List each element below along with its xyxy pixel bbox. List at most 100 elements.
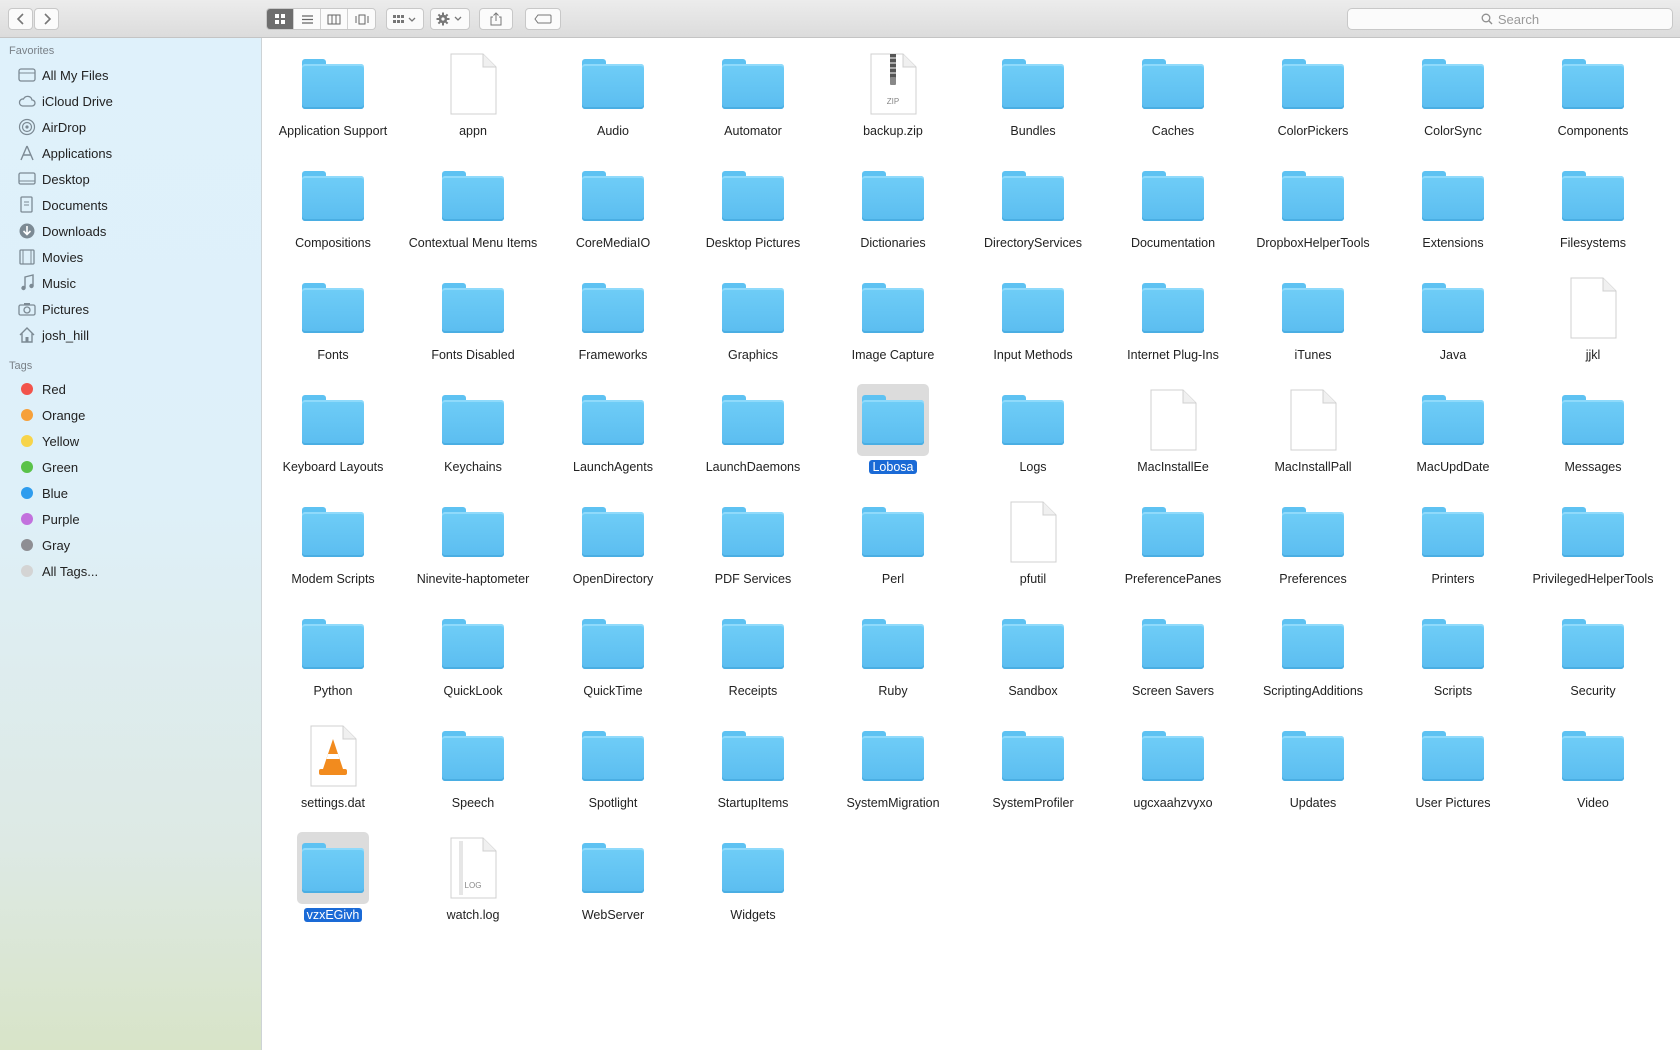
sidebar-item-icloud-drive[interactable]: iCloud Drive <box>0 89 262 113</box>
file-item-screen-savers[interactable]: Screen Savers <box>1103 606 1243 718</box>
sidebar-tag-gray[interactable]: Gray <box>0 533 262 557</box>
file-item-macupddate[interactable]: MacUpdDate <box>1383 382 1523 494</box>
file-item-ugcxaahzvyxo[interactable]: ugcxaahzvyxo <box>1103 718 1243 830</box>
sidebar-tag-purple[interactable]: Purple <box>0 507 262 531</box>
file-item-keychains[interactable]: Keychains <box>403 382 543 494</box>
icon-view-button[interactable] <box>267 9 294 29</box>
file-item-widgets[interactable]: Widgets <box>683 830 823 942</box>
file-item-scripts[interactable]: Scripts <box>1383 606 1523 718</box>
forward-button[interactable] <box>34 8 59 30</box>
sidebar-tag-orange[interactable]: Orange <box>0 403 262 427</box>
file-item-image-capture[interactable]: Image Capture <box>823 270 963 382</box>
sidebar-item-desktop[interactable]: Desktop <box>0 167 262 191</box>
sidebar-tag-blue[interactable]: Blue <box>0 481 262 505</box>
file-item-internet-plug-ins[interactable]: Internet Plug-Ins <box>1103 270 1243 382</box>
file-item-java[interactable]: Java <box>1383 270 1523 382</box>
file-item-preferences[interactable]: Preferences <box>1243 494 1383 606</box>
file-item-startupitems[interactable]: StartupItems <box>683 718 823 830</box>
file-item-opendirectory[interactable]: OpenDirectory <box>543 494 683 606</box>
sidebar-item-downloads[interactable]: Downloads <box>0 219 262 243</box>
file-item-dictionaries[interactable]: Dictionaries <box>823 158 963 270</box>
file-item-directoryservices[interactable]: DirectoryServices <box>963 158 1103 270</box>
file-item-macinstallee[interactable]: MacInstallEe <box>1103 382 1243 494</box>
file-item-lobosa[interactable]: Lobosa <box>823 382 963 494</box>
file-item-colorsync[interactable]: ColorSync <box>1383 46 1523 158</box>
column-view-button[interactable] <box>321 9 348 29</box>
file-item-messages[interactable]: Messages <box>1523 382 1663 494</box>
file-item-privilegedhelpertools[interactable]: PrivilegedHelperTools <box>1523 494 1663 606</box>
file-item-quicklook[interactable]: QuickLook <box>403 606 543 718</box>
sidebar-item-airdrop[interactable]: AirDrop <box>0 115 262 139</box>
sidebar-tag-green[interactable]: Green <box>0 455 262 479</box>
file-item-dropboxhelpertools[interactable]: DropboxHelperTools <box>1243 158 1383 270</box>
sidebar-item-movies[interactable]: Movies <box>0 245 262 269</box>
file-item-ruby[interactable]: Ruby <box>823 606 963 718</box>
sidebar-tag-red[interactable]: Red <box>0 377 262 401</box>
file-item-perl[interactable]: Perl <box>823 494 963 606</box>
sidebar-tag-all-tags[interactable]: All Tags... <box>0 559 262 583</box>
sidebar-tag-yellow[interactable]: Yellow <box>0 429 262 453</box>
file-item-itunes[interactable]: iTunes <box>1243 270 1383 382</box>
file-item-application-support[interactable]: Application Support <box>263 46 403 158</box>
file-item-receipts[interactable]: Receipts <box>683 606 823 718</box>
file-item-preferencepanes[interactable]: PreferencePanes <box>1103 494 1243 606</box>
share-button[interactable] <box>479 8 513 30</box>
sidebar-item-all-my-files[interactable]: All My Files <box>0 63 262 87</box>
sidebar-item-documents[interactable]: Documents <box>0 193 262 217</box>
file-item-keyboard-layouts[interactable]: Keyboard Layouts <box>263 382 403 494</box>
file-item-webserver[interactable]: WebServer <box>543 830 683 942</box>
file-item-audio[interactable]: Audio <box>543 46 683 158</box>
sidebar-item-josh-hill[interactable]: josh_hill <box>0 323 262 347</box>
file-item-sandbox[interactable]: Sandbox <box>963 606 1103 718</box>
file-item-ninevite-haptometer[interactable]: Ninevite-haptometer <box>403 494 543 606</box>
arrange-button[interactable] <box>386 8 424 30</box>
file-item-frameworks[interactable]: Frameworks <box>543 270 683 382</box>
file-item-components[interactable]: Components <box>1523 46 1663 158</box>
file-item-graphics[interactable]: Graphics <box>683 270 823 382</box>
file-item-video[interactable]: Video <box>1523 718 1663 830</box>
back-button[interactable] <box>8 8 33 30</box>
file-item-automator[interactable]: Automator <box>683 46 823 158</box>
file-item-documentation[interactable]: Documentation <box>1103 158 1243 270</box>
file-item-security[interactable]: Security <box>1523 606 1663 718</box>
file-item-pfutil[interactable]: pfutil <box>963 494 1103 606</box>
file-item-python[interactable]: Python <box>263 606 403 718</box>
file-item-logs[interactable]: Logs <box>963 382 1103 494</box>
file-item-colorpickers[interactable]: ColorPickers <box>1243 46 1383 158</box>
file-item-settings-dat[interactable]: settings.dat <box>263 718 403 830</box>
file-item-user-pictures[interactable]: User Pictures <box>1383 718 1523 830</box>
edit-tags-button[interactable] <box>525 8 561 30</box>
list-view-button[interactable] <box>294 9 321 29</box>
file-item-printers[interactable]: Printers <box>1383 494 1523 606</box>
file-item-updates[interactable]: Updates <box>1243 718 1383 830</box>
file-item-speech[interactable]: Speech <box>403 718 543 830</box>
file-item-scriptingadditions[interactable]: ScriptingAdditions <box>1243 606 1383 718</box>
file-item-watch-log[interactable]: LOG watch.log <box>403 830 543 942</box>
file-item-jjkl[interactable]: jjkl <box>1523 270 1663 382</box>
file-item-bundles[interactable]: Bundles <box>963 46 1103 158</box>
file-item-fonts-disabled[interactable]: Fonts Disabled <box>403 270 543 382</box>
cover-flow-button[interactable] <box>348 9 375 29</box>
file-item-systemprofiler[interactable]: SystemProfiler <box>963 718 1103 830</box>
file-item-appn[interactable]: appn <box>403 46 543 158</box>
file-item-contextual-menu-items[interactable]: Contextual Menu Items <box>403 158 543 270</box>
file-item-coremediaio[interactable]: CoreMediaIO <box>543 158 683 270</box>
search-field[interactable]: Search <box>1347 8 1673 30</box>
file-item-launchagents[interactable]: LaunchAgents <box>543 382 683 494</box>
file-item-compositions[interactable]: Compositions <box>263 158 403 270</box>
file-item-systemmigration[interactable]: SystemMigration <box>823 718 963 830</box>
file-item-backup-zip[interactable]: ZIP backup.zip <box>823 46 963 158</box>
file-item-caches[interactable]: Caches <box>1103 46 1243 158</box>
file-item-pdf-services[interactable]: PDF Services <box>683 494 823 606</box>
file-item-vzxegivh[interactable]: vzxEGivh <box>263 830 403 942</box>
sidebar-item-applications[interactable]: Applications <box>0 141 262 165</box>
file-item-fonts[interactable]: Fonts <box>263 270 403 382</box>
action-menu-button[interactable] <box>430 8 470 30</box>
file-item-extensions[interactable]: Extensions <box>1383 158 1523 270</box>
file-item-modem-scripts[interactable]: Modem Scripts <box>263 494 403 606</box>
file-item-spotlight[interactable]: Spotlight <box>543 718 683 830</box>
sidebar-item-music[interactable]: Music <box>0 271 262 295</box>
file-item-desktop-pictures[interactable]: Desktop Pictures <box>683 158 823 270</box>
file-item-input-methods[interactable]: Input Methods <box>963 270 1103 382</box>
file-item-launchdaemons[interactable]: LaunchDaemons <box>683 382 823 494</box>
